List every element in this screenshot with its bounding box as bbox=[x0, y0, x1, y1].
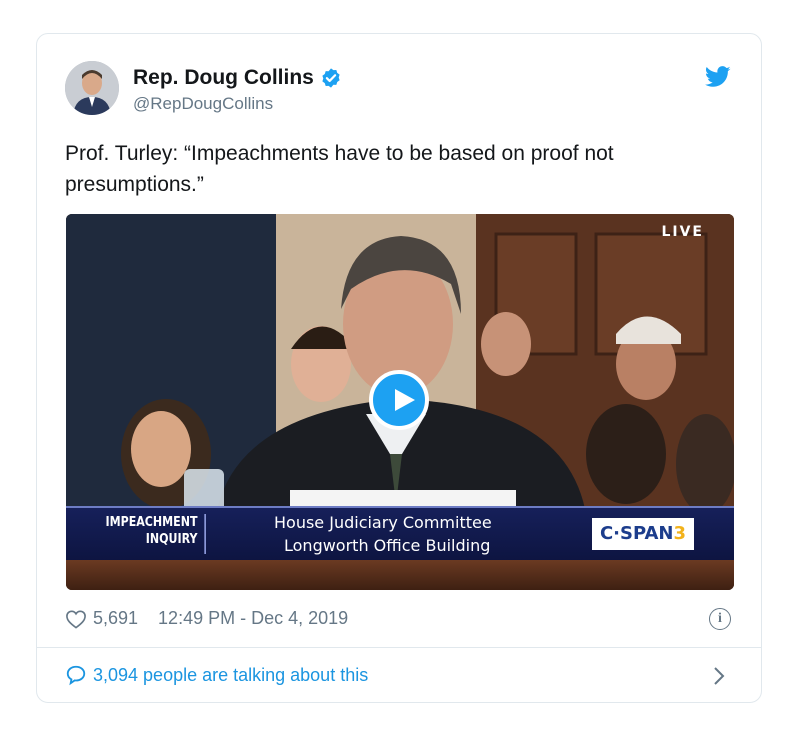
chyron-location: Longworth Office Building bbox=[284, 536, 491, 555]
tweet-text: Prof. Turley: “Impeachments have to be b… bbox=[65, 138, 725, 200]
tweet-meta: 5,691 12:49 PM - Dec 4, 2019 bbox=[65, 608, 348, 629]
chyron-title: House Judiciary Committee bbox=[274, 513, 492, 532]
play-icon[interactable] bbox=[369, 370, 429, 430]
chyron-banner: IMPEACHMENT INQUIRY House Judiciary Comm… bbox=[66, 506, 734, 562]
tweet-text-line: presumptions.” bbox=[65, 173, 204, 196]
chevron-right-icon[interactable] bbox=[713, 666, 725, 686]
network-number: 3 bbox=[673, 523, 687, 544]
desk-edge bbox=[66, 560, 734, 590]
tweet-timestamp[interactable]: 12:49 PM - Dec 4, 2019 bbox=[158, 608, 348, 629]
tweet-text-line: Prof. Turley: “Impeachments have to be b… bbox=[65, 142, 614, 165]
chyron-tag-line: IMPEACHMENT bbox=[105, 515, 198, 530]
network-name: C·SPAN bbox=[599, 523, 674, 544]
heart-icon[interactable] bbox=[65, 609, 87, 629]
conversation-link[interactable]: 3,094 people are talking about this bbox=[65, 664, 368, 686]
chyron-tag-line: INQUIRY bbox=[145, 532, 198, 547]
live-badge: LIVE bbox=[661, 224, 704, 240]
tweet-card: Rep. Doug Collins @RepDougCollins Prof. … bbox=[36, 33, 762, 703]
twitter-bird-icon[interactable] bbox=[705, 66, 731, 88]
verified-badge-icon bbox=[322, 68, 340, 88]
author-name[interactable]: Rep. Doug Collins bbox=[133, 66, 314, 90]
like-count[interactable]: 5,691 bbox=[93, 608, 138, 629]
video-player[interactable]: LIVE IMPEACHMENT INQUIRY House Judiciary… bbox=[66, 214, 734, 590]
avatar[interactable] bbox=[65, 61, 119, 115]
author-handle[interactable]: @RepDougCollins bbox=[133, 94, 273, 114]
speech-bubble-icon bbox=[66, 665, 86, 686]
cspan-logo: C·SPAN3 bbox=[592, 518, 694, 550]
divider bbox=[37, 647, 761, 648]
conversation-text[interactable]: 3,094 people are talking about this bbox=[93, 665, 368, 686]
info-icon[interactable]: i bbox=[709, 608, 731, 630]
chyron-tag: IMPEACHMENT INQUIRY bbox=[96, 514, 206, 554]
author-row: Rep. Doug Collins bbox=[133, 66, 342, 90]
